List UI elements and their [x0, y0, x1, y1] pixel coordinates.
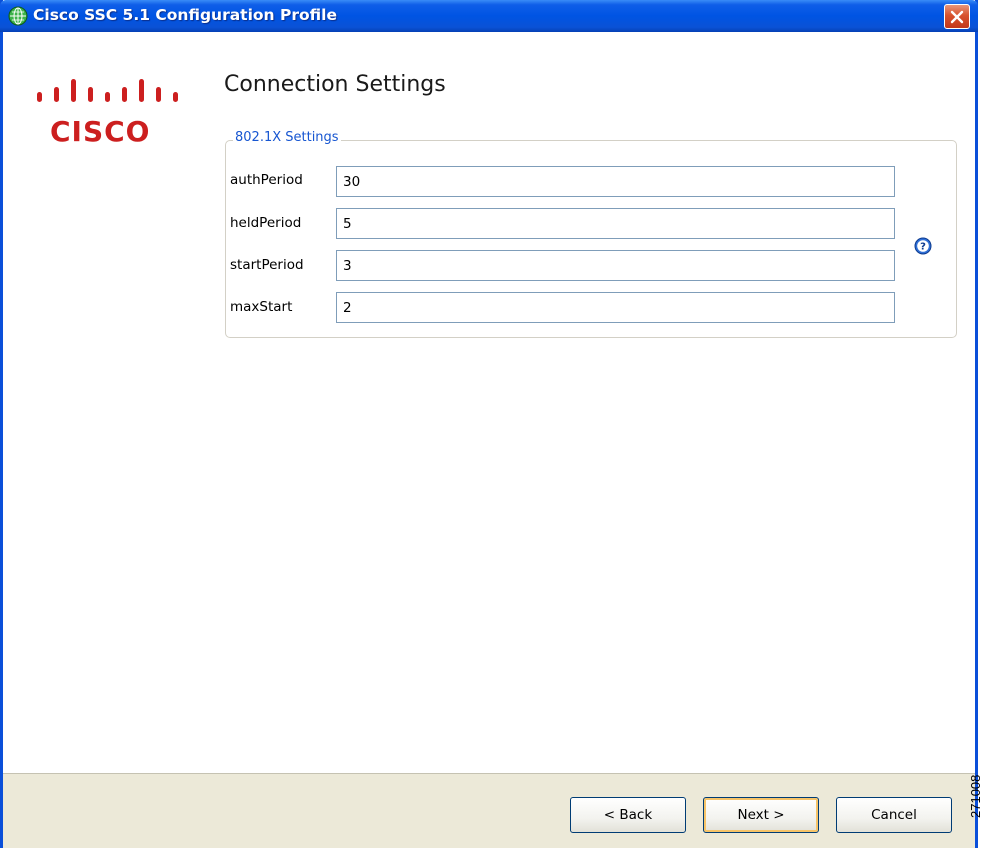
button-bar [3, 773, 975, 848]
startperiod-input[interactable] [336, 250, 895, 281]
next-button[interactable]: Next > [703, 797, 819, 833]
svg-text:?: ? [920, 242, 926, 253]
startperiod-label: startPeriod [230, 257, 304, 273]
cancel-button[interactable]: Cancel [836, 797, 952, 833]
window-title: Cisco SSC 5.1 Configuration Profile [33, 6, 337, 24]
cisco-bridge-bars [37, 79, 178, 102]
maxstart-input[interactable] [336, 292, 895, 323]
authperiod-label: authPeriod [230, 172, 303, 188]
heldperiod-input[interactable] [336, 208, 895, 239]
close-button[interactable] [944, 4, 970, 29]
cisco-ssc-globe-icon [8, 6, 28, 26]
figure-id: 271008 [968, 774, 983, 818]
heldperiod-label: heldPeriod [230, 215, 302, 231]
cisco-wordmark: CISCO [50, 115, 151, 148]
maxstart-label: maxStart [230, 299, 293, 315]
close-icon [950, 10, 964, 24]
group-legend: 802.1X Settings [233, 130, 341, 145]
help-question-icon[interactable]: ? [914, 237, 932, 255]
page-title: Connection Settings [224, 72, 446, 97]
cisco-logo: CISCO [33, 78, 183, 148]
authperiod-input[interactable] [336, 166, 895, 197]
back-button[interactable]: < Back [570, 797, 686, 833]
title-bar[interactable]: Cisco SSC 5.1 Configuration Profile [0, 0, 978, 32]
